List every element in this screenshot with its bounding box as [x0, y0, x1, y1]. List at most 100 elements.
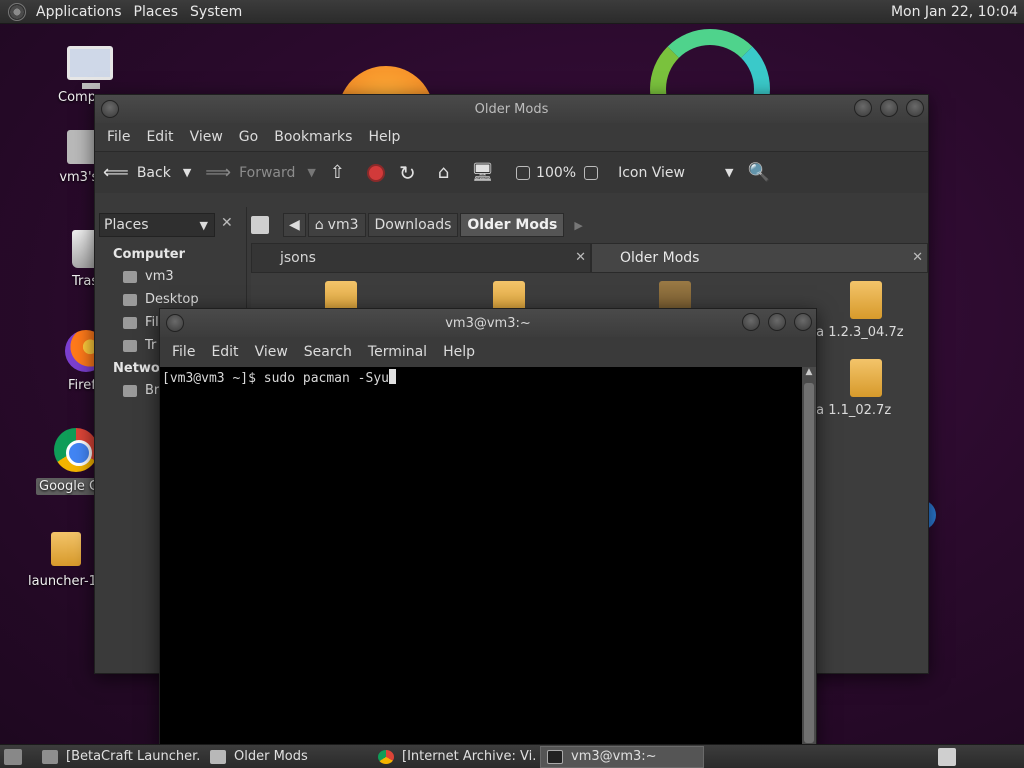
file-manager-titlebar[interactable]: Older Mods: [95, 95, 928, 123]
text-cursor: [388, 369, 396, 384]
scrollbar-thumb[interactable]: [804, 383, 814, 743]
up-arrow-icon: ⇧: [329, 162, 345, 183]
forward-arrow-icon: ⟹: [205, 162, 232, 183]
workspace-switcher-icon[interactable]: [938, 747, 956, 766]
zoom-out-icon[interactable]: [516, 165, 531, 180]
taskbar-item-internet-archive[interactable]: [Internet Archive: Vi...: [372, 746, 536, 768]
archive-icon: [850, 359, 882, 397]
terminal-menubar: File Edit View Search Terminal Help: [160, 337, 816, 367]
minimize-button[interactable]: [854, 99, 872, 117]
home-icon: ⌂: [314, 217, 324, 233]
taskbar-item-label: vm3@vm3:~: [571, 749, 657, 764]
bottom-panel: [BetaCraft Launcher... Older Mods [Inter…: [0, 744, 1024, 768]
path-segment-vm3[interactable]: ⌂ vm3: [307, 213, 366, 237]
menu-view[interactable]: View: [182, 129, 231, 145]
menu-help[interactable]: Help: [435, 344, 483, 360]
close-button[interactable]: [794, 313, 812, 331]
minimize-button[interactable]: [742, 313, 760, 331]
file-item[interactable]: ta 1.2.3_04.7z: [811, 281, 921, 340]
terminal-scrollbar[interactable]: ▲: [802, 367, 816, 747]
show-desktop-icon[interactable]: [4, 748, 22, 765]
sidebar-item-browse-network[interactable]: Br: [123, 383, 159, 398]
places-menu[interactable]: Places: [130, 4, 187, 20]
file-label: ta 1.1_02.7z: [811, 403, 892, 418]
zoom-level: 100%: [536, 164, 577, 181]
view-mode-value: Icon View: [618, 164, 685, 181]
folder-icon: [210, 749, 226, 764]
home-folder-icon: [123, 270, 137, 283]
window-title: Older Mods: [474, 101, 549, 117]
distro-logo-icon[interactable]: [8, 2, 26, 21]
tab-jsons[interactable]: jsons ✕: [251, 243, 591, 273]
stop-icon: [366, 163, 385, 182]
path-back-arrow-icon[interactable]: ◀: [283, 213, 306, 237]
file-label: ta 1.2.3_04.7z: [811, 325, 904, 340]
reload-icon: ↻: [398, 160, 416, 185]
menu-go[interactable]: Go: [231, 129, 266, 145]
path-segment-label: vm3: [327, 217, 359, 233]
search-button[interactable]: 🔍: [747, 162, 777, 183]
view-mode-select[interactable]: Icon View ▼: [618, 165, 733, 181]
back-history-dropdown-icon[interactable]: ▼: [183, 166, 191, 179]
menu-search[interactable]: Search: [296, 344, 360, 360]
clock[interactable]: Mon Jan 22, 10:04: [891, 4, 1024, 20]
window-menu-button[interactable]: [166, 314, 184, 332]
path-segment-older-mods[interactable]: Older Mods: [460, 213, 565, 237]
terminal-output[interactable]: [vm3@vm3 ~]$ sudo pacman -Syu: [160, 367, 802, 747]
chrome-icon: [378, 749, 394, 764]
forward-button[interactable]: ⟹ Forward ▼: [205, 162, 316, 183]
edit-location-icon[interactable]: [251, 216, 269, 234]
window-menu-button[interactable]: [101, 100, 119, 118]
stop-button[interactable]: [366, 163, 385, 182]
taskbar-item-betacraft[interactable]: [BetaCraft Launcher...: [36, 746, 200, 768]
forward-history-dropdown-icon[interactable]: ▼: [307, 166, 315, 179]
top-panel: Applications Places System Mon Jan 22, 1…: [0, 0, 1024, 24]
tab-label: Older Mods: [620, 250, 700, 266]
taskbar-item-label: [Internet Archive: Vi...: [402, 749, 536, 764]
menu-edit[interactable]: Edit: [203, 344, 246, 360]
maximize-button[interactable]: [880, 99, 898, 117]
home-button[interactable]: ⌂: [438, 162, 457, 183]
terminal-prompt-line: [vm3@vm3 ~]$ sudo pacman -Syu: [162, 371, 389, 386]
drive-icon: [123, 316, 137, 329]
scroll-up-icon[interactable]: ▲: [802, 367, 816, 377]
maximize-button[interactable]: [768, 313, 786, 331]
taskbar-item-terminal[interactable]: vm3@vm3:~: [540, 745, 704, 768]
menu-bookmarks[interactable]: Bookmarks: [266, 129, 360, 145]
app-window-icon: [42, 749, 58, 764]
sidebar-item-label: Tr: [145, 338, 157, 353]
up-button[interactable]: ⇧: [330, 162, 353, 183]
menu-edit[interactable]: Edit: [138, 129, 181, 145]
close-icon[interactable]: ✕: [575, 250, 586, 265]
back-button[interactable]: ⟸ Back ▼: [103, 162, 191, 183]
path-segment-downloads[interactable]: Downloads: [367, 213, 459, 237]
sidebar-item-trash[interactable]: Tr: [123, 338, 156, 353]
file-manager-toolbar: ⟸ Back ▼ ⟹ Forward ▼ ⇧ ↻ ⌂ 🖥 100% Icon V…: [95, 151, 928, 193]
sidebar-type-select[interactable]: Places ▼: [99, 213, 215, 237]
menu-help[interactable]: Help: [360, 129, 408, 145]
sidebar-item-desktop[interactable]: Desktop: [123, 292, 199, 307]
close-icon[interactable]: ✕: [221, 215, 233, 231]
close-button[interactable]: [906, 99, 924, 117]
path-forward-arrow-icon[interactable]: ▶: [574, 219, 582, 232]
close-icon[interactable]: ✕: [912, 250, 923, 265]
menu-file[interactable]: File: [99, 129, 138, 145]
taskbar-item-older-mods[interactable]: Older Mods: [204, 746, 368, 768]
terminal-titlebar[interactable]: vm3@vm3:~: [160, 309, 816, 337]
chevron-down-icon: ▼: [199, 218, 208, 232]
zoom-control[interactable]: 100%: [516, 165, 604, 181]
menu-terminal[interactable]: Terminal: [360, 344, 435, 360]
chrome-icon: [54, 428, 98, 472]
computer-button[interactable]: 🖥: [471, 162, 502, 183]
forward-label: Forward: [239, 164, 296, 181]
tab-label: jsons: [280, 250, 316, 266]
menu-view[interactable]: View: [247, 344, 296, 360]
file-item[interactable]: ta 1.1_02.7z: [811, 359, 921, 418]
reload-button[interactable]: ↻: [399, 161, 424, 185]
menu-file[interactable]: File: [164, 344, 203, 360]
system-menu[interactable]: System: [186, 4, 250, 20]
applications-menu[interactable]: Applications: [32, 4, 130, 20]
zoom-in-icon[interactable]: [584, 165, 599, 180]
tab-older-mods[interactable]: Older Mods ✕: [591, 243, 928, 273]
sidebar-item-vm3[interactable]: vm3: [123, 269, 174, 284]
